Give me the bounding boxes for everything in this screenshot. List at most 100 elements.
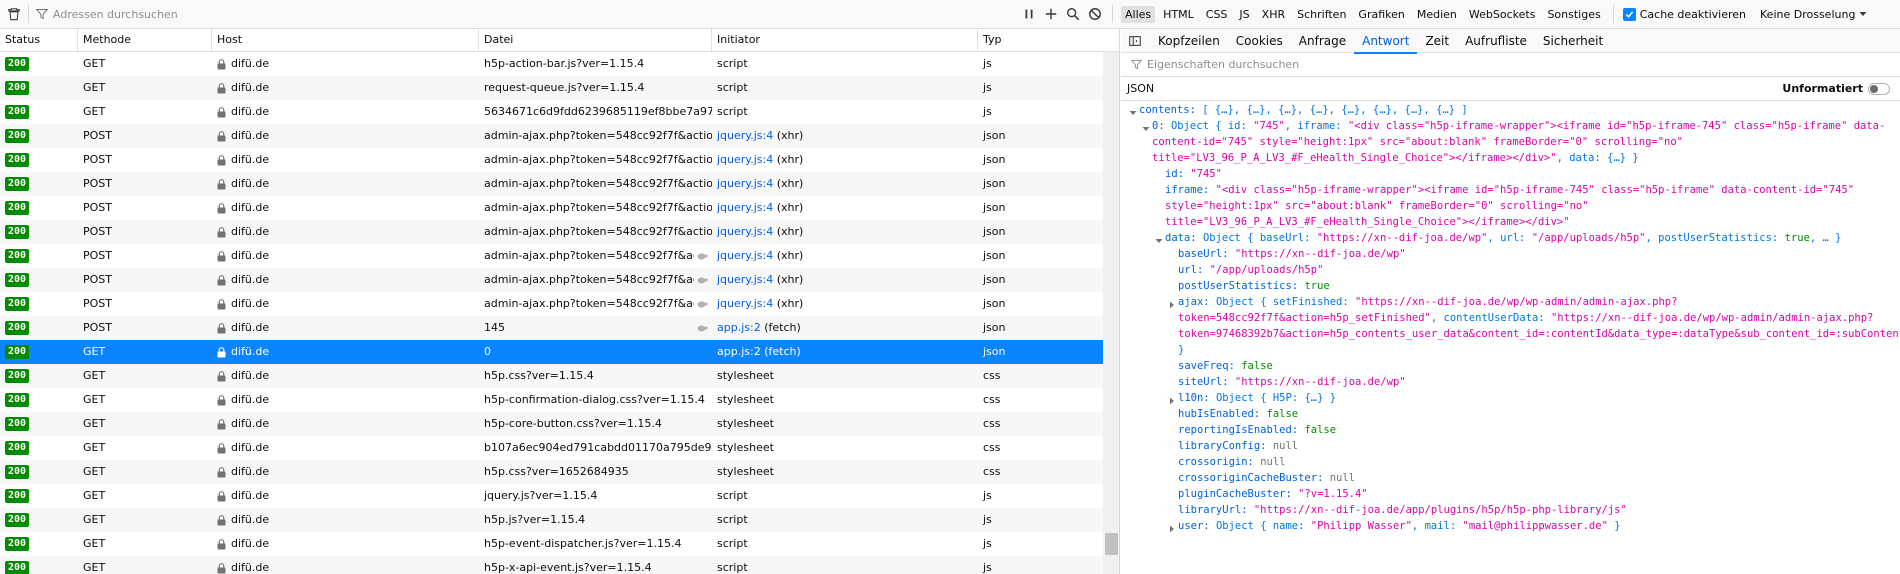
block-icon[interactable] [1084, 3, 1106, 25]
lock-icon [217, 82, 226, 93]
json-node[interactable]: contents: [ {…}, {…}, {…}, {…}, {…}, {…}… [1121, 102, 1900, 118]
panel-toggle-icon[interactable] [1124, 30, 1146, 52]
json-node[interactable]: l10n: Object { H5P: {…} } [1121, 390, 1900, 406]
url-filter[interactable] [36, 3, 1018, 25]
request-row[interactable]: 200 POST difü.de admin-ajax.php?token=548cc… [0, 268, 1103, 292]
scrollbar-thumb[interactable] [1105, 533, 1118, 555]
type-filter-button[interactable]: Alles [1121, 5, 1156, 23]
raw-toggle[interactable]: Unformatiert [1782, 82, 1890, 95]
type-filter-button[interactable]: Sonstiges [1543, 6, 1604, 23]
properties-filter[interactable] [1121, 53, 1900, 77]
tab-anfrage[interactable]: Anfrage [1291, 29, 1354, 53]
chevron-down-icon[interactable] [1142, 122, 1150, 131]
json-node[interactable]: 0: Object { id: "745", iframe: "<div cla… [1121, 118, 1900, 166]
request-row[interactable]: 200 GET difü.de 5634671c6d9fdd6239685119ef8… [0, 100, 1103, 124]
request-row[interactable]: 200 POST difü.de admin-ajax.php?token=548cc… [0, 124, 1103, 148]
type-cell: js [983, 57, 992, 70]
request-row[interactable]: 200 GET difü.de 0 app.js:2 (fetch) json [0, 340, 1103, 364]
lock-icon [217, 322, 226, 333]
type-filter-button[interactable]: XHR [1258, 6, 1289, 23]
properties-filter-input[interactable] [1147, 58, 1847, 71]
request-row[interactable]: 200 GET difü.de h5p.js?ver=1.15.4 script js [0, 508, 1103, 532]
tab-sicherheit[interactable]: Sicherheit [1535, 29, 1611, 53]
initiator-link[interactable]: jquery.js:4 [717, 201, 773, 214]
url-filter-input[interactable] [53, 7, 953, 21]
column-header-file[interactable]: Datei [479, 29, 712, 52]
host-text: difü.de [231, 537, 270, 550]
column-header-initiator[interactable]: Initiator [712, 29, 978, 52]
json-value: false [1304, 424, 1337, 436]
initiator-link[interactable]: jquery.js:4 [717, 249, 773, 262]
method-cell: GET [83, 417, 106, 430]
tab-kopfzeilen[interactable]: Kopfzeilen [1150, 29, 1228, 53]
request-row[interactable]: 200 GET difü.de b107a6ec904ed791cabdd01170a… [0, 436, 1103, 460]
request-row[interactable]: 200 GET difü.de h5p-core-button.css?ver=1.1… [0, 412, 1103, 436]
request-row[interactable]: 200 POST difü.de admin-ajax.php?token=548cc… [0, 292, 1103, 316]
type-cell: json [983, 321, 1006, 334]
json-key: id: [1165, 168, 1191, 180]
status-cell: 200 [0, 244, 78, 268]
request-row[interactable]: 200 GET difü.de request-queue.js?ver=1.15.4… [0, 76, 1103, 100]
json-value: false [1266, 408, 1299, 420]
type-filter-button[interactable]: JS [1235, 6, 1253, 23]
initiator-link[interactable]: jquery.js:4 [717, 129, 773, 142]
request-row[interactable]: 200 POST difü.de admin-ajax.php?token=548cc… [0, 220, 1103, 244]
request-row[interactable]: 200 POST difü.de admin-ajax.php?token=548cc… [0, 244, 1103, 268]
chevron-right-icon[interactable] [1168, 394, 1176, 405]
request-row[interactable]: 200 POST difü.de admin-ajax.php?token=548cc… [0, 148, 1103, 172]
plus-icon[interactable] [1040, 3, 1062, 25]
tab-cookies[interactable]: Cookies [1228, 29, 1291, 53]
request-row[interactable]: 200 GET difü.de h5p-event-dispatcher.js?ver… [0, 532, 1103, 556]
column-header-method[interactable]: Methode [78, 29, 212, 52]
requests-scrollbar[interactable] [1103, 52, 1119, 574]
disable-cache-toggle[interactable]: Cache deaktivieren [1622, 7, 1746, 21]
request-row[interactable]: 200 GET difü.de h5p.css?ver=1652684935 style… [0, 460, 1103, 484]
column-header-host[interactable]: Host [212, 29, 479, 52]
checkbox-checked-icon[interactable] [1622, 7, 1636, 21]
request-row[interactable]: 200 GET difü.de h5p-action-bar.js?ver=1.15.… [0, 52, 1103, 76]
type-filter-button[interactable]: Schriften [1293, 6, 1350, 23]
status-cell: 200 [0, 316, 78, 340]
type-filter-button[interactable]: HTML [1159, 6, 1198, 23]
json-node[interactable]: ajax: Object { setFinished: "https://xn-… [1121, 294, 1900, 358]
initiator-cause: (xhr) [773, 249, 804, 262]
pause-icon[interactable] [1018, 3, 1040, 25]
chevron-right-icon[interactable] [1168, 298, 1176, 309]
trash-icon[interactable] [3, 3, 25, 25]
request-row[interactable]: 200 POST difü.de admin-ajax.php?token=548cc… [0, 172, 1103, 196]
chevron-right-icon[interactable] [1168, 522, 1176, 533]
request-row[interactable]: 200 GET difü.de h5p-confirmation-dialog.css… [0, 388, 1103, 412]
request-row[interactable]: 200 GET difü.de h5p.css?ver=1.15.4 styleshee… [0, 364, 1103, 388]
json-node[interactable]: user: Object { name: "Philipp Wasser", m… [1121, 518, 1900, 534]
initiator-link[interactable]: jquery.js:4 [717, 225, 773, 238]
initiator-link[interactable]: jquery.js:4 [717, 297, 773, 310]
type-filter-button[interactable]: WebSockets [1465, 6, 1540, 23]
status-cell: 200 [0, 148, 78, 172]
type-filter-button[interactable]: Medien [1413, 6, 1461, 23]
chevron-down-icon[interactable] [1129, 106, 1137, 115]
request-row[interactable]: 200 POST difü.de admin-ajax.php?token=548cc… [0, 196, 1103, 220]
initiator-link[interactable]: jquery.js:4 [717, 177, 773, 190]
throttle-select[interactable]: Keine Drosselung [1760, 8, 1867, 21]
json-node[interactable]: data: Object { baseUrl: "https://xn--dif… [1121, 230, 1900, 246]
tab-antwort[interactable]: Antwort [1354, 29, 1418, 54]
toggle-switch-icon[interactable] [1868, 82, 1890, 95]
initiator-link[interactable]: jquery.js:4 [717, 153, 773, 166]
type-filter-button[interactable]: CSS [1202, 6, 1232, 23]
request-row[interactable]: 200 POST difü.de 145 app.js:2 (fetch) json [0, 316, 1103, 340]
tab-aufrufliste[interactable]: Aufrufliste [1457, 29, 1535, 53]
column-header-type[interactable]: Typ [978, 29, 1103, 52]
request-row[interactable]: 200 GET difü.de h5p-x-api-event.js?ver=1.15… [0, 556, 1103, 574]
initiator-link[interactable]: jquery.js:4 [717, 273, 773, 286]
chevron-down-icon[interactable] [1155, 234, 1163, 243]
search-icon[interactable] [1062, 3, 1084, 25]
type-filter-button[interactable]: Grafiken [1354, 6, 1408, 23]
initiator-link[interactable]: app.js:2 [717, 345, 761, 358]
type-cell: json [983, 297, 1006, 310]
file-cell: admin-ajax.php?token=548cc92f7f&acti [479, 244, 712, 268]
column-header-status[interactable]: Status [0, 29, 78, 52]
request-row[interactable]: 200 GET difü.de jquery.js?ver=1.15.4 script j… [0, 484, 1103, 508]
initiator-link[interactable]: app.js:2 [717, 321, 761, 334]
type-cell: json [983, 129, 1006, 142]
tab-zeit[interactable]: Zeit [1417, 29, 1457, 53]
